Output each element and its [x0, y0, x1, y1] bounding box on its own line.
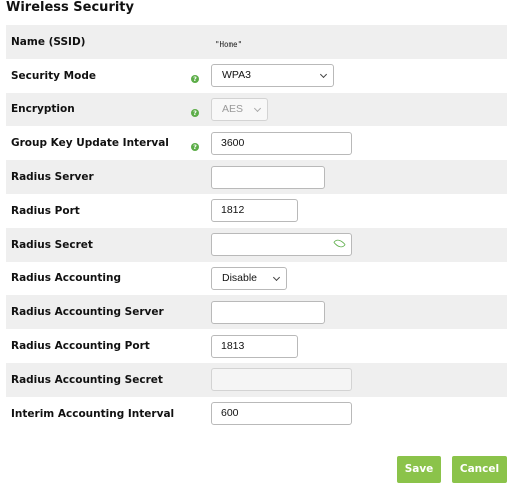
row-group-key: Group Key Update Interval ? 3600 — [6, 126, 507, 161]
row-radius-acct-server: Radius Accounting Server — [6, 295, 507, 330]
wireless-security-form: Name (SSID) "Home" Security Mode ? WPA3 … — [6, 25, 507, 431]
row-encryption: Encryption ? AES — [6, 92, 507, 127]
radius-acct-server-input[interactable] — [211, 300, 325, 324]
row-radius-secret: Radius Secret — [6, 227, 507, 262]
encryption-select: AES — [211, 97, 268, 121]
radius-acct-secret-label: Radius Accounting Secret — [6, 362, 180, 397]
ssid-value: "Home" — [215, 40, 243, 50]
chevron-down-icon — [272, 273, 281, 282]
row-interim-interval: Interim Accounting Interval 600 — [6, 396, 507, 431]
group-key-label: Group Key Update Interval — [6, 126, 180, 161]
row-radius-acct-port: Radius Accounting Port 1813 — [6, 329, 507, 363]
radius-accounting-select[interactable]: Disable — [211, 266, 287, 290]
radius-port-label: Radius Port — [6, 193, 180, 228]
interim-interval-input[interactable]: 600 — [211, 402, 352, 426]
row-security-mode: Security Mode ? WPA3 — [6, 58, 507, 93]
row-ssid: Name (SSID) "Home" — [6, 25, 507, 59]
encryption-label: Encryption — [6, 92, 180, 127]
radius-port-input[interactable]: 1812 — [211, 199, 298, 223]
row-radius-accounting: Radius Accounting Disable — [6, 261, 507, 296]
interim-interval-label: Interim Accounting Interval — [6, 396, 180, 431]
cancel-button[interactable]: Cancel — [452, 456, 507, 483]
radius-acct-port-label: Radius Accounting Port — [6, 329, 180, 363]
security-mode-value: WPA3 — [222, 69, 251, 82]
row-radius-port: Radius Port 1812 — [6, 193, 507, 228]
security-mode-select[interactable]: WPA3 — [211, 64, 334, 88]
help-icon[interactable]: ? — [191, 142, 199, 151]
radius-server-input[interactable] — [211, 165, 325, 189]
radius-secret-input[interactable] — [211, 233, 352, 257]
security-mode-label: Security Mode — [6, 58, 180, 93]
chevron-down-icon — [253, 104, 262, 113]
radius-secret-label: Radius Secret — [6, 227, 180, 262]
radius-acct-server-label: Radius Accounting Server — [6, 295, 180, 330]
eye-icon[interactable] — [333, 237, 346, 250]
save-button[interactable]: Save — [397, 456, 441, 483]
radius-accounting-label: Radius Accounting — [6, 261, 180, 296]
radius-server-label: Radius Server — [6, 160, 180, 194]
help-icon[interactable]: ? — [191, 75, 199, 84]
row-radius-acct-secret: Radius Accounting Secret — [6, 362, 507, 397]
radius-accounting-value: Disable — [222, 271, 258, 284]
chevron-down-icon — [319, 71, 328, 79]
encryption-value: AES — [222, 102, 244, 115]
group-key-input[interactable]: 3600 — [211, 131, 352, 155]
help-icon[interactable]: ? — [191, 108, 199, 117]
row-radius-server: Radius Server — [6, 160, 507, 194]
radius-acct-secret-input — [211, 368, 352, 392]
page-title: Wireless Security — [6, 0, 134, 15]
radius-acct-port-input[interactable]: 1813 — [211, 334, 298, 358]
ssid-label: Name (SSID) — [6, 25, 180, 59]
